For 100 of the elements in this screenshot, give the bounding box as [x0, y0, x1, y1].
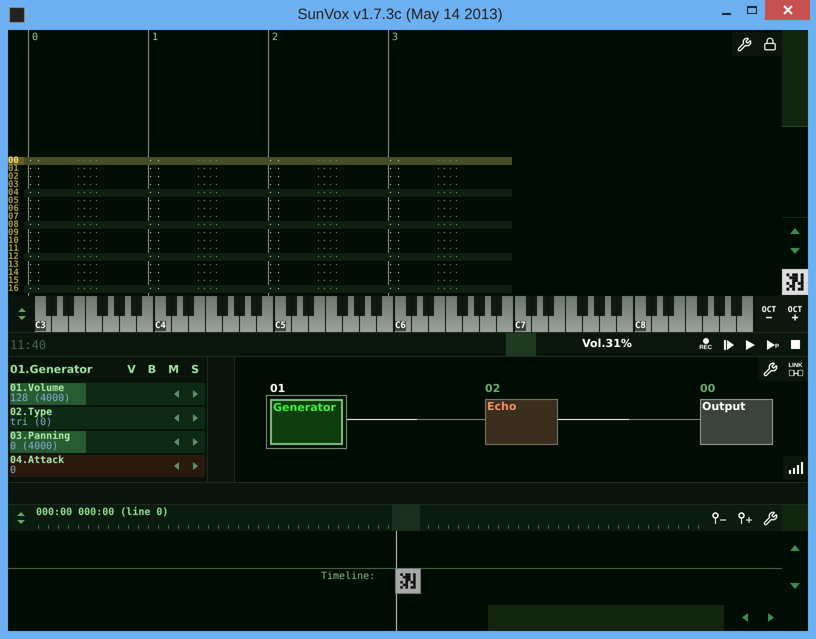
wrench-icon: [763, 362, 778, 376]
piano-octave[interactable]: C7: [515, 296, 635, 332]
row-number: 09: [8, 229, 20, 237]
resize-handle[interactable]: [207, 357, 235, 482]
play-icon: [766, 340, 775, 350]
module-name: Output: [701, 400, 746, 413]
app-icon: [9, 7, 25, 23]
decrease-arrow-icon[interactable]: [174, 438, 179, 446]
pattern-block-icon: [785, 272, 805, 292]
zoom-in-icon[interactable]: [738, 512, 752, 524]
pattern-button[interactable]: [782, 269, 808, 295]
row-number: 07: [8, 213, 20, 221]
module-node[interactable]: Output: [700, 399, 773, 445]
octave-label: C3: [35, 321, 46, 331]
piano-octave[interactable]: C5: [275, 296, 395, 332]
controller-row[interactable]: 03.Panning 0 (4000): [10, 431, 205, 453]
controller-row[interactable]: 02.Type tri (0): [10, 407, 205, 429]
piano-octave[interactable]: C6: [395, 296, 515, 332]
piano-octave[interactable]: C3: [35, 296, 155, 332]
controller-name: 01.Volume: [10, 384, 64, 394]
up-down-arrows-icon[interactable]: [16, 307, 26, 321]
scrollbar-thumb[interactable]: [782, 505, 808, 531]
scroll-right-icon[interactable]: [768, 613, 774, 622]
module-number: 00: [700, 383, 716, 395]
track-number: 2: [272, 31, 278, 45]
levels-button[interactable]: [783, 456, 808, 480]
zoom-out-icon[interactable]: [712, 512, 726, 524]
controller-row[interactable]: 01.Volume 128 (4000): [10, 383, 205, 405]
row-number: 01: [8, 165, 20, 173]
horizontal-scrollbar-thumb[interactable]: [488, 605, 724, 631]
scroll-down-icon[interactable]: [790, 248, 800, 254]
lock-icon: [762, 37, 776, 51]
module-title: 01.Generator: [10, 362, 92, 378]
module-number: 01: [270, 383, 286, 395]
decrease-arrow-icon[interactable]: [174, 462, 179, 470]
pattern-block-icon: [399, 572, 417, 590]
module-name: Generator: [272, 401, 337, 414]
scroll-left-icon[interactable]: [742, 613, 748, 622]
controller-name: 03.Panning: [10, 432, 70, 442]
close-icon: [782, 5, 792, 15]
time-display: 11:40: [10, 336, 46, 354]
row-number: 00: [8, 157, 24, 165]
scroll-down-icon[interactable]: [790, 583, 800, 589]
row-number: 13: [8, 261, 20, 269]
row-number: 10: [8, 237, 20, 245]
scrollbar-thumb[interactable]: [506, 332, 536, 356]
controller-name: 02.Type: [10, 408, 52, 418]
octave-label: C8: [635, 321, 646, 331]
octave-label: C4: [155, 321, 166, 331]
scrollbar-thumb[interactable]: [782, 30, 808, 127]
flag-label[interactable]: S: [191, 362, 199, 378]
module-node[interactable]: Echo: [485, 399, 558, 445]
increase-arrow-icon[interactable]: [193, 462, 198, 470]
window-title: SunVox v1.7.3c (May 14 2013): [296, 4, 504, 25]
controller-value: 0: [10, 466, 18, 476]
piano-octave[interactable]: C4: [155, 296, 275, 332]
controller-row[interactable]: 04.Attack 0: [10, 455, 205, 477]
row-number: 06: [8, 205, 20, 213]
octave-button[interactable]: OCT +: [782, 296, 808, 332]
row-number: 02: [8, 173, 20, 181]
controller-value: tri (0): [10, 418, 52, 428]
increase-arrow-icon[interactable]: [193, 414, 198, 422]
track-number: 0: [32, 31, 38, 45]
module-number: 02: [485, 383, 502, 395]
wrench-icon: [737, 36, 752, 52]
playhead-marker[interactable]: [392, 505, 420, 531]
play-from-start-icon[interactable]: [724, 340, 734, 350]
row-number: 03: [8, 181, 20, 189]
bar-chart-icon: [788, 462, 802, 474]
volume-display[interactable]: Vol.31%: [582, 336, 632, 353]
scroll-up-icon[interactable]: [790, 545, 800, 551]
row-number: 11: [8, 245, 20, 253]
decrease-arrow-icon[interactable]: [174, 390, 179, 398]
timeline-label: Timeline:: [321, 570, 376, 584]
row-number: 05: [8, 197, 20, 205]
row-number: 15: [8, 277, 20, 285]
octave-label: C6: [395, 321, 406, 331]
octave-label: C5: [275, 321, 286, 331]
increase-arrow-icon[interactable]: [193, 390, 198, 398]
piano-octave[interactable]: C8: [635, 296, 755, 332]
row-number: 04: [8, 189, 20, 197]
decrease-arrow-icon[interactable]: [174, 414, 179, 422]
row-number: 14: [8, 269, 20, 277]
flag-label[interactable]: B: [148, 362, 156, 378]
resize-handle[interactable]: [8, 482, 808, 505]
link-icon: [788, 370, 802, 376]
increase-arrow-icon[interactable]: [193, 438, 198, 446]
scroll-up-icon[interactable]: [790, 228, 800, 234]
octave-button[interactable]: OCT −: [756, 296, 782, 332]
play-icon[interactable]: [746, 340, 755, 350]
flag-label[interactable]: M: [168, 362, 180, 378]
controller-value: 128 (4000): [10, 394, 70, 404]
module-name: Echo: [486, 400, 518, 413]
close-button[interactable]: [765, 0, 810, 20]
octave-label: C7: [515, 321, 526, 331]
row-number: 08: [8, 221, 20, 229]
up-down-arrows-icon[interactable]: [16, 511, 26, 525]
pattern-block[interactable]: [395, 568, 421, 594]
position-readout: 000:00 000:00 (line 0): [36, 506, 168, 520]
flag-label[interactable]: V: [127, 362, 136, 378]
